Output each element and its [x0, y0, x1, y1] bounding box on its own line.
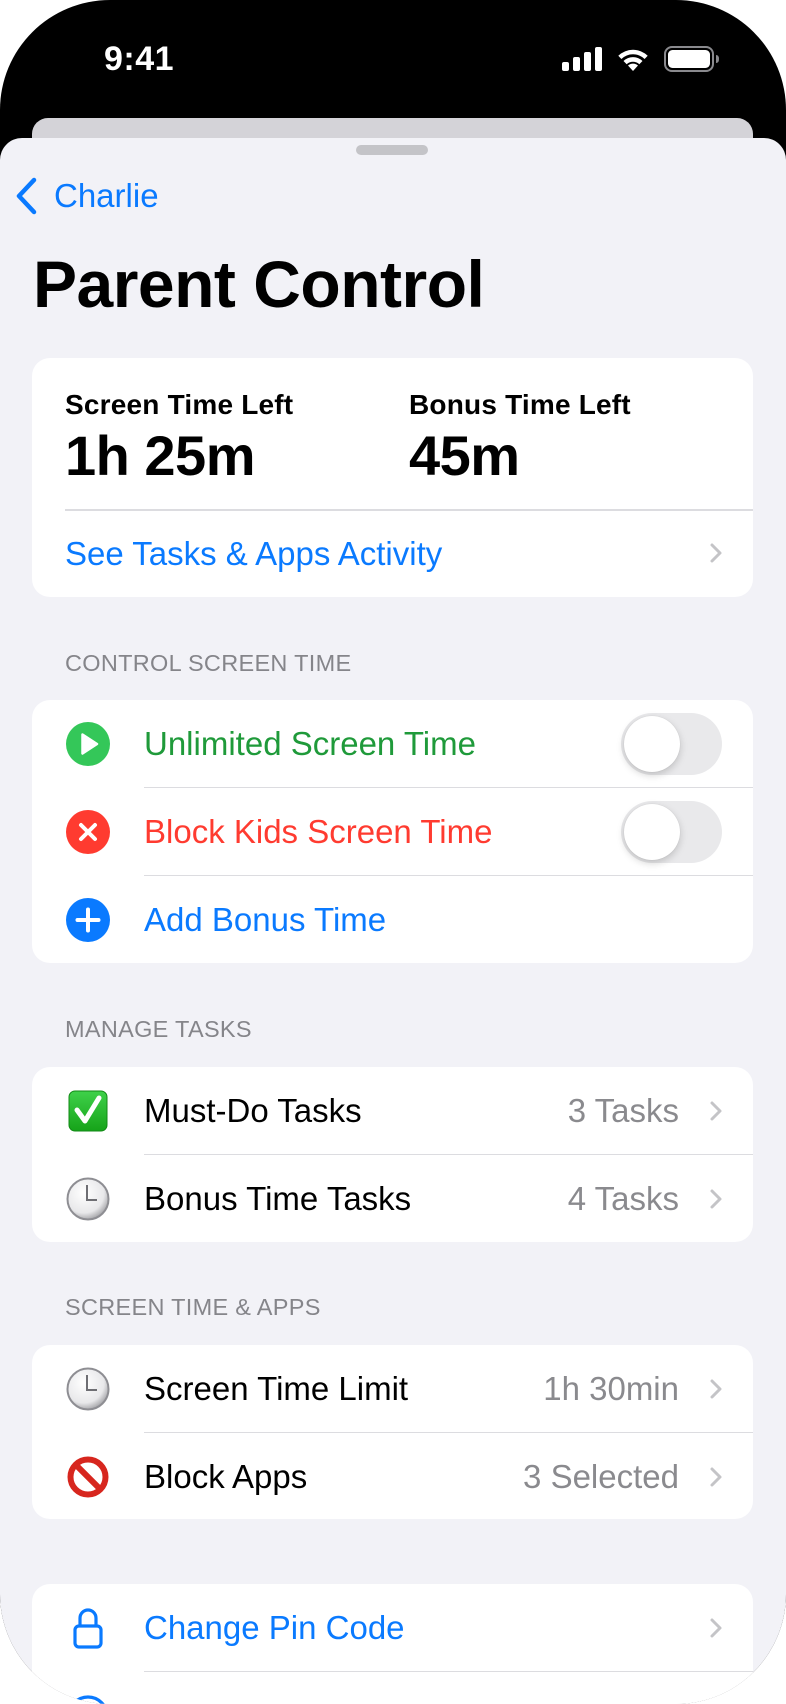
circle-outline-icon	[66, 1694, 110, 1704]
change-pin-code-row[interactable]: Change Pin Code	[32, 1584, 753, 1672]
prohibited-icon	[66, 1455, 110, 1499]
unlimited-screen-time-label: Unlimited Screen Time	[144, 725, 476, 762]
status-time: 9:41	[104, 40, 175, 78]
screen-time-limit-label: Screen Time Limit	[144, 1370, 409, 1407]
bonus-time-left: Bonus Time Left 45m	[409, 388, 631, 488]
chevron-left-icon	[16, 177, 37, 215]
screen-time-left: Screen Time Left 1h 25m	[65, 388, 293, 488]
bonus-time-tasks-value: 4 Tasks	[567, 1180, 679, 1217]
back-button-label: Charlie	[54, 177, 159, 214]
block-apps-label: Block Apps	[144, 1458, 308, 1495]
add-bonus-time-row[interactable]: Add Bonus Time	[32, 876, 753, 963]
must-do-tasks-row[interactable]: Must-Do Tasks 3 Tasks	[32, 1067, 753, 1155]
toggle-knob	[624, 716, 680, 772]
screen-time-left-label: Screen Time Left	[65, 389, 294, 420]
partial-row[interactable]	[32, 1672, 753, 1704]
battery-icon	[664, 46, 719, 72]
modal-sheet: Charlie Parent Control Screen Time Left …	[0, 138, 786, 1704]
x-circle-icon	[66, 810, 110, 854]
chevron-right-icon	[710, 543, 722, 563]
block-apps-row[interactable]: Block Apps 3 Selected	[32, 1433, 753, 1519]
control-screen-time-card: Unlimited Screen Time Block Kids Screen …	[32, 700, 753, 963]
cellular-signal-icon	[562, 47, 602, 71]
security-card: Change Pin Code	[32, 1584, 753, 1704]
status-icons	[562, 44, 720, 74]
section-header-apps: SCREEN TIME & APPS	[65, 1294, 321, 1320]
phone-screen: 9:41 Charlie Parent Control Screen Time …	[0, 0, 786, 1704]
bonus-time-tasks-row[interactable]: Bonus Time Tasks 4 Tasks	[32, 1155, 753, 1242]
clock-icon	[66, 1367, 110, 1411]
play-circle-icon	[66, 722, 110, 766]
check-box-icon	[66, 1089, 110, 1133]
back-button[interactable]: Charlie	[14, 174, 159, 218]
unlimited-screen-time-toggle[interactable]	[621, 713, 722, 775]
screen-time-limit-value: 1h 30min	[543, 1370, 679, 1407]
wifi-icon	[618, 49, 648, 71]
time-summary-card: Screen Time Left 1h 25m Bonus Time Left …	[32, 358, 753, 597]
screen-time-left-value: 1h 25m	[65, 424, 256, 487]
bonus-time-left-label: Bonus Time Left	[409, 389, 631, 420]
bonus-time-tasks-label: Bonus Time Tasks	[144, 1180, 412, 1217]
clock-icon	[66, 1177, 110, 1221]
page-title: Parent Control	[33, 247, 485, 321]
chevron-right-icon	[710, 1618, 722, 1638]
change-pin-code-label: Change Pin Code	[144, 1609, 405, 1646]
see-activity-link[interactable]: See Tasks & Apps Activity	[32, 510, 753, 597]
block-kids-screen-time-label: Block Kids Screen Time	[144, 813, 493, 850]
section-header-control: CONTROL SCREEN TIME	[65, 650, 352, 676]
screen-time-limit-row[interactable]: Screen Time Limit 1h 30min	[32, 1345, 753, 1433]
plus-circle-icon	[66, 898, 110, 942]
sheet-grabber[interactable]	[356, 145, 428, 155]
see-activity-label: See Tasks & Apps Activity	[65, 534, 443, 572]
chevron-right-icon	[710, 1467, 722, 1487]
section-header-tasks: MANAGE TASKS	[65, 1016, 252, 1042]
must-do-tasks-value: 3 Tasks	[567, 1092, 679, 1129]
toggle-knob	[624, 804, 680, 860]
chevron-right-icon	[710, 1189, 722, 1209]
unlimited-screen-time-row: Unlimited Screen Time	[32, 700, 753, 788]
block-kids-screen-time-toggle[interactable]	[621, 801, 722, 863]
lock-icon	[66, 1606, 110, 1650]
chevron-right-icon	[710, 1379, 722, 1399]
add-bonus-time-label: Add Bonus Time	[144, 901, 387, 938]
bonus-time-left-value: 45m	[409, 424, 520, 487]
must-do-tasks-label: Must-Do Tasks	[144, 1092, 362, 1129]
block-kids-screen-time-row: Block Kids Screen Time	[32, 788, 753, 876]
manage-tasks-card: Must-Do Tasks 3 Tasks Bonus Time Tasks 4…	[32, 1067, 753, 1242]
chevron-right-icon	[710, 1101, 722, 1121]
screen-time-apps-card: Screen Time Limit 1h 30min Block Apps 3 …	[32, 1345, 753, 1519]
block-apps-value: 3 Selected	[523, 1458, 679, 1495]
